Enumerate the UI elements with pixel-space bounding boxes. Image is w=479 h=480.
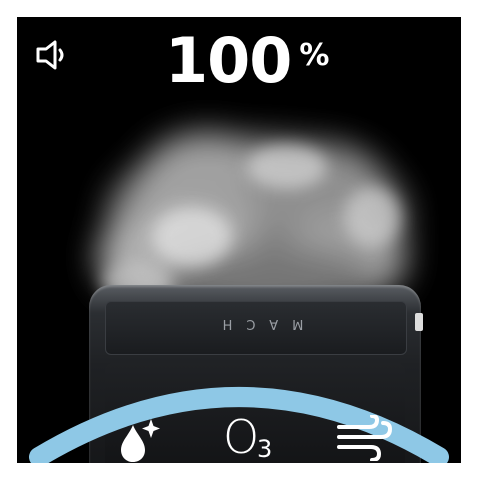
device-side-tab [415,313,423,331]
speaker-icon[interactable] [35,39,69,71]
level-value: 100 [165,24,292,97]
ozone-label: O [223,410,260,463]
fan-wind-icon[interactable] [335,415,393,461]
ozone-o3-icon[interactable]: O 3 [223,411,283,463]
level-readout: 100 % [165,29,329,93]
ozone-subscript: 3 [257,435,273,463]
mist-drop-sparkle-icon[interactable] [115,415,163,463]
level-unit: % [299,38,330,73]
device-screen: 100 % MACH O 3 [17,17,461,463]
device-top-panel: MACH [105,301,407,355]
brand-label: MACH [208,316,304,331]
